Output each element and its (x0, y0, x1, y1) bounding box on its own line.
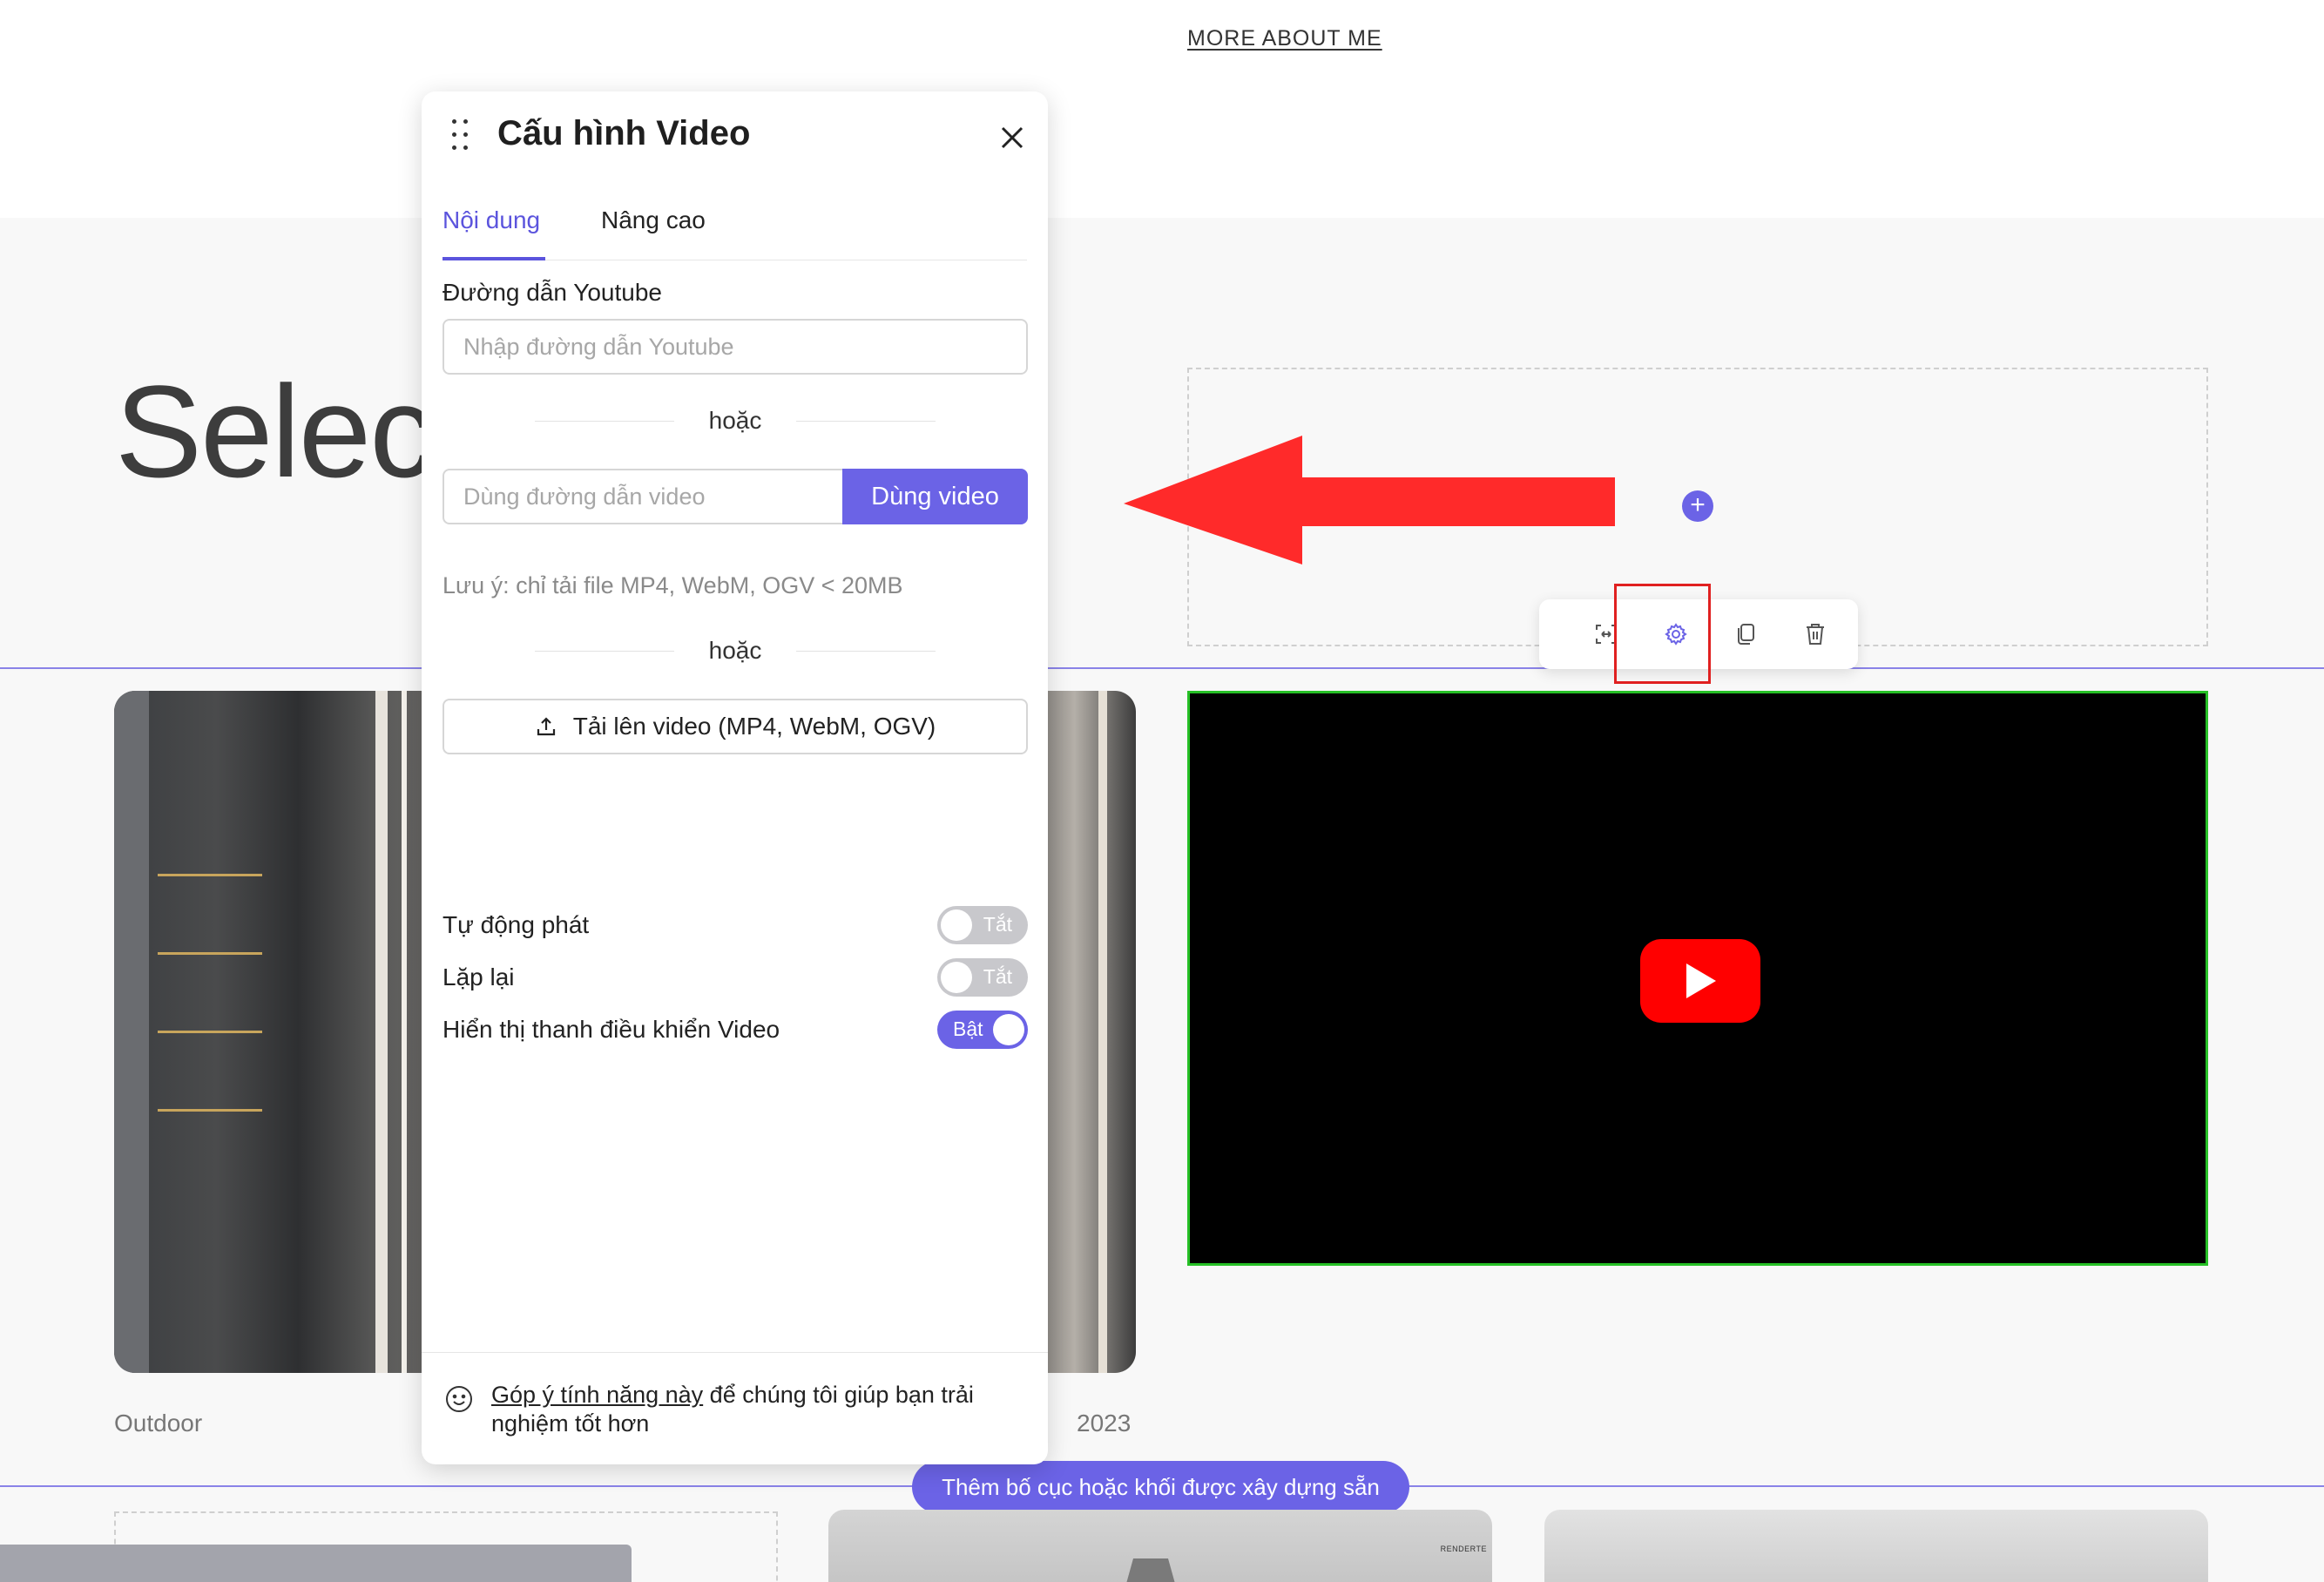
red-arrow-annotation (1124, 436, 1615, 565)
highlight-box-annotation (1614, 584, 1711, 684)
use-video-button[interactable]: Dùng video (842, 469, 1028, 524)
or-divider: hoặc (535, 403, 936, 438)
footer-divider (422, 1352, 1048, 1353)
tab-advanced[interactable]: Nâng cao (601, 206, 706, 234)
trash-icon[interactable] (1798, 617, 1833, 652)
thumbnail-label: RENDERTE (1440, 1545, 1487, 1553)
page: MORE ABOUT ME Selec + Outdoor 2023 Thêm … (0, 0, 2324, 1582)
tab-content[interactable]: Nội dung (443, 206, 540, 234)
or-text: hoặc (708, 637, 762, 664)
duplicate-icon[interactable] (1728, 617, 1763, 652)
loop-toggle[interactable]: Tắt (937, 958, 1028, 997)
feedback-link[interactable]: Góp ý tính năng này (491, 1382, 703, 1408)
or-divider: hoặc (535, 633, 936, 668)
show-controls-row: Hiển thị thanh điều khiển Video Bật (443, 1011, 1028, 1049)
youtube-url-label: Đường dẫn Youtube (443, 279, 662, 306)
toggle-state: Tắt (983, 965, 1012, 988)
show-controls-toggle[interactable]: Bật (937, 1011, 1028, 1049)
toggle-state: Tắt (983, 913, 1012, 936)
or-text: hoặc (708, 407, 762, 434)
more-about-me-link[interactable]: MORE ABOUT ME (1187, 26, 1382, 51)
house-model-icon (1126, 1558, 1175, 1582)
video-url-input[interactable] (443, 469, 845, 524)
bottom-overlay-bar (0, 1545, 632, 1582)
smile-icon (446, 1386, 472, 1412)
drag-handle-icon[interactable] (449, 118, 472, 152)
autoplay-label: Tự động phát (443, 911, 590, 938)
upload-icon (537, 717, 555, 736)
video-block[interactable] (1187, 691, 2208, 1266)
add-block-button[interactable]: + (1682, 490, 1713, 522)
panel-title: Cấu hình Video (497, 114, 751, 152)
upload-video-button[interactable]: Tải lên video (MP4, WebM, OGV) (443, 699, 1028, 754)
feedback-text: Góp ý tính năng này để chúng tôi giúp bạ… (491, 1381, 1023, 1438)
add-prebuilt-layout-button[interactable]: Thêm bố cục hoặc khối được xây dựng sẵn (912, 1461, 1409, 1513)
active-tab-indicator (443, 257, 545, 260)
loop-label: Lặp lại (443, 963, 515, 990)
loop-row: Lặp lại Tắt (443, 958, 1028, 997)
top-header: MORE ABOUT ME (0, 0, 2324, 218)
image-year: 2023 (1077, 1410, 1132, 1437)
gallery-thumbnail[interactable] (1544, 1510, 2208, 1582)
close-icon[interactable] (995, 120, 1030, 155)
toggle-state: Bật (953, 1017, 983, 1040)
gallery-thumbnail[interactable]: RENDERTE (828, 1510, 1492, 1582)
video-config-panel: Cấu hình Video Nội dung Nâng cao Đường d… (422, 91, 1048, 1464)
youtube-url-input[interactable] (443, 319, 1028, 375)
autoplay-toggle[interactable]: Tắt (937, 906, 1028, 944)
section-divider (0, 667, 2324, 669)
youtube-play-icon[interactable] (1640, 939, 1760, 1023)
upload-button-label: Tải lên video (MP4, WebM, OGV) (572, 713, 936, 740)
show-controls-label: Hiển thị thanh điều khiển Video (443, 1016, 780, 1043)
upload-note: Lưu ý: chỉ tải file MP4, WebM, OGV < 20M… (443, 572, 903, 598)
image-caption: Outdoor (114, 1410, 203, 1437)
section-title: Selec (115, 358, 435, 504)
autoplay-row: Tự động phát Tắt (443, 906, 1028, 944)
